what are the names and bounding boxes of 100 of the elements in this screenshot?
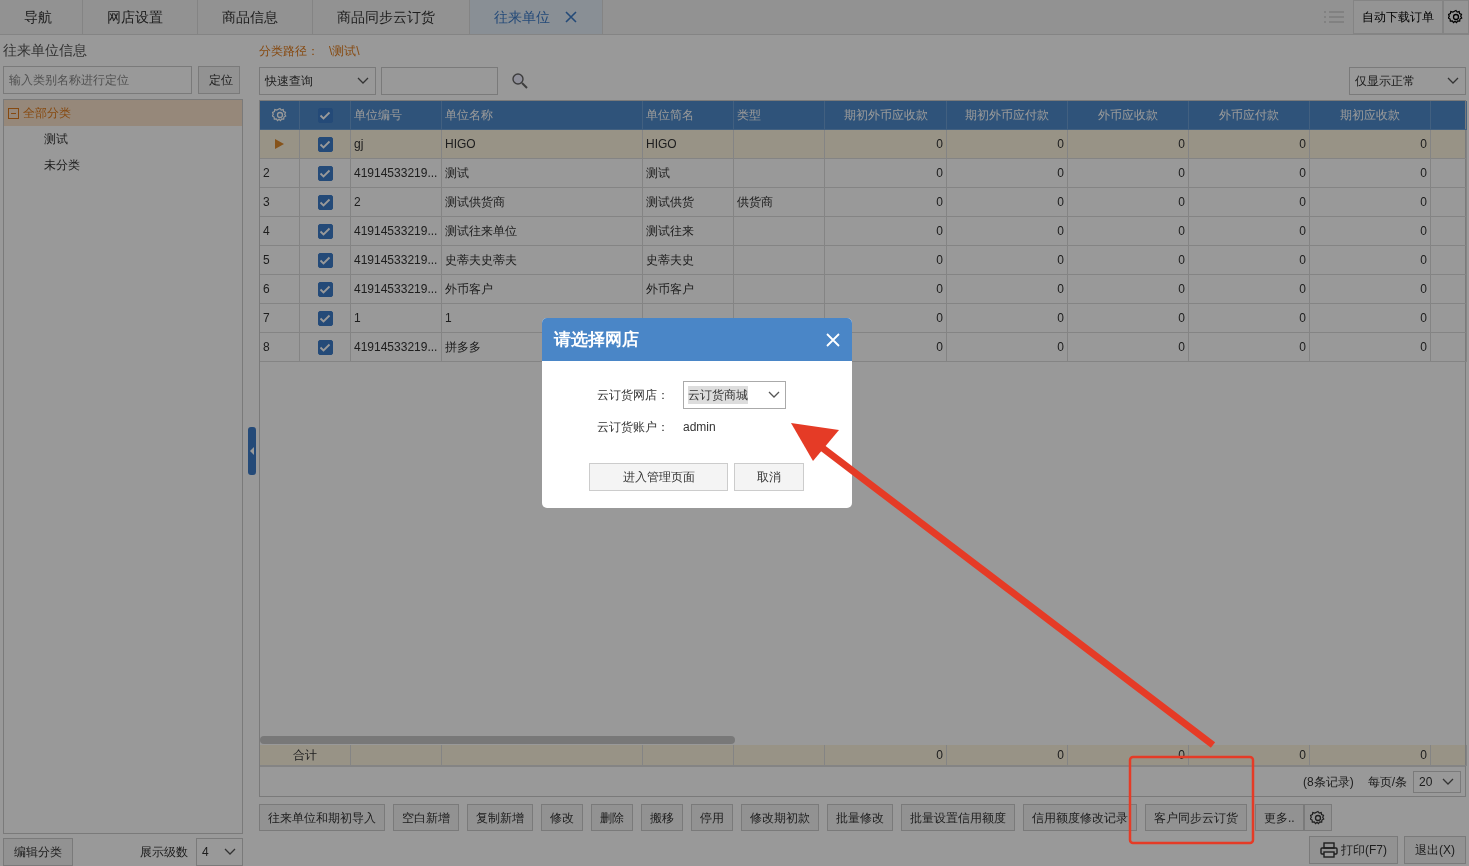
printer-icon <box>1320 842 1338 858</box>
action-button[interactable]: 搬移 <box>641 804 683 831</box>
row-checkbox[interactable] <box>317 281 333 297</box>
table-row[interactable]: 2 41914533219... 测试 测试 0 0 0 0 0 <box>260 159 1465 188</box>
action-button[interactable]: 往来单位和期初导入 <box>259 804 385 831</box>
exit-button[interactable]: 退出(X) <box>1404 836 1466 864</box>
row-number: 6 <box>263 281 270 298</box>
settings-icon <box>1309 810 1326 827</box>
dialog-button[interactable]: 取消 <box>734 463 804 491</box>
search-field[interactable]: 输入类别名称进行定位 <box>3 66 192 94</box>
total-cell-text: 0 <box>936 747 943 764</box>
close-icon[interactable] <box>564 10 578 24</box>
table-cell-text: 0 <box>1299 165 1306 182</box>
tree-item[interactable]: 未分类 <box>4 152 242 178</box>
table-cell-text: 0 <box>1178 223 1185 240</box>
collapse-handle[interactable] <box>248 426 256 475</box>
current-row-icon <box>275 139 284 149</box>
table-cell-text: 0 <box>936 281 943 298</box>
table-cell-text: HIGO <box>445 136 476 153</box>
table-cell-text: 0 <box>936 339 943 356</box>
action-button[interactable]: 客户同步云订货 <box>1145 804 1247 831</box>
total-cell-text: 0 <box>1057 747 1064 764</box>
table-cell-text: 测试供货 <box>646 194 694 211</box>
table-cell-text: 0 <box>1057 339 1064 356</box>
table-row[interactable]: 5 41914533219... 史蒂夫史蒂夫 史蒂夫史 0 0 0 0 0 <box>260 246 1465 275</box>
table-cell-text: 41914533219... <box>354 252 438 269</box>
scrollbar-thumb[interactable] <box>260 736 735 744</box>
action-button[interactable]: 空白新增 <box>393 804 459 831</box>
query-field[interactable] <box>381 67 498 95</box>
table-cell-text: 测试供货商 <box>445 194 505 211</box>
row-checkbox[interactable] <box>317 136 333 152</box>
settings-button[interactable] <box>1303 804 1332 831</box>
table-cell-text: 0 <box>1057 136 1064 153</box>
field-label: 云订货账户： <box>597 419 669 436</box>
row-number: 3 <box>263 194 270 211</box>
table-cell-text: 41914533219... <box>354 165 438 182</box>
action-button[interactable]: 删除 <box>591 804 633 831</box>
table-cell-text: 0 <box>1178 252 1185 269</box>
table-row[interactable]: 3 2 测试供货商 测试供货 供货商 0 0 0 0 0 <box>260 188 1465 217</box>
query-select[interactable]: 快速查询 <box>259 67 376 95</box>
action-button[interactable]: 停用 <box>691 804 733 831</box>
row-checkbox[interactable] <box>317 310 333 326</box>
table-cell-text: 41914533219... <box>354 223 438 240</box>
settings-icon <box>271 107 288 123</box>
level-select[interactable]: 4 <box>196 838 243 866</box>
table-cell-text: 0 <box>1299 252 1306 269</box>
table-cell-text: 0 <box>1057 223 1064 240</box>
auto-download-button[interactable]: 自动下载订单 <box>1353 0 1443 34</box>
table-row[interactable]: 6 41914533219... 外币客户 外币客户 0 0 0 0 0 <box>260 275 1465 304</box>
caret-icon <box>249 446 255 455</box>
level-label: 展示级数 <box>140 844 188 861</box>
table-cell-text: 1 <box>354 310 361 327</box>
edit-category-button[interactable]: 编辑分类 <box>3 838 73 866</box>
more-button[interactable]: 更多.. <box>1255 804 1304 831</box>
action-button[interactable]: 修改 <box>541 804 583 831</box>
table-cell-text: 0 <box>1420 310 1427 327</box>
table-row[interactable]: 4 41914533219... 测试往来单位 测试往来 0 0 0 0 0 <box>260 217 1465 246</box>
status-select[interactable]: 仅显示正常 <box>1349 67 1466 95</box>
panel-title: 往来单位信息 <box>3 40 88 60</box>
action-button[interactable]: 信用额度修改记录 <box>1023 804 1137 831</box>
table-cell-text: 0 <box>1057 194 1064 211</box>
action-button[interactable]: 复制新增 <box>467 804 533 831</box>
tree-item[interactable]: 测试 <box>4 126 242 152</box>
table-cell-text: 0 <box>1420 223 1427 240</box>
table-cell-text: 0 <box>1420 194 1427 211</box>
row-checkbox[interactable] <box>317 252 333 268</box>
table-cell-text: 0 <box>1299 136 1306 153</box>
settings-button[interactable] <box>1443 0 1469 34</box>
row-checkbox[interactable] <box>317 194 333 210</box>
shop-select[interactable]: 云订货商城 <box>683 381 786 409</box>
tab[interactable]: 往来单位 <box>470 0 603 34</box>
table-cell-text: 2 <box>354 194 361 211</box>
table-cell-text: 测试 <box>646 165 670 182</box>
per-page-select[interactable]: 20 <box>1413 770 1461 793</box>
row-checkbox[interactable] <box>317 223 333 239</box>
table-cell-text: 0 <box>1299 223 1306 240</box>
locate-button[interactable]: 定位 <box>198 66 240 94</box>
row-checkbox[interactable] <box>317 339 333 355</box>
action-button[interactable]: 批量设置信用额度 <box>901 804 1015 831</box>
row-number: 8 <box>263 339 270 356</box>
table-cell-text: 0 <box>1420 339 1427 356</box>
action-button[interactable]: 批量修改 <box>827 804 893 831</box>
table-cell-text: 0 <box>1057 281 1064 298</box>
table-cell-text: 测试 <box>445 165 469 182</box>
row-checkbox[interactable] <box>317 165 333 181</box>
table-cell-text: 史蒂夫史 <box>646 252 694 269</box>
print-button[interactable]: 打印(F7) <box>1309 836 1398 864</box>
table-cell-text: 测试往来 <box>646 223 694 240</box>
table-cell-text: 0 <box>1299 310 1306 327</box>
collapse-icon[interactable] <box>8 107 19 119</box>
path-value: \测试\ <box>329 43 360 60</box>
row-number: 4 <box>263 223 270 240</box>
per-page-label: 每页/条 <box>1367 773 1407 791</box>
dialog-button[interactable]: 进入管理页面 <box>589 463 728 491</box>
action-button[interactable]: 修改期初款 <box>741 804 819 831</box>
settings-icon <box>1448 9 1464 25</box>
select-all-checkbox[interactable] <box>317 107 333 123</box>
table-cell-text: 0 <box>1178 194 1185 211</box>
table-row[interactable]: gj HIGO HIGO 0 0 0 0 0 <box>260 130 1465 159</box>
search-icon[interactable] <box>511 72 529 90</box>
